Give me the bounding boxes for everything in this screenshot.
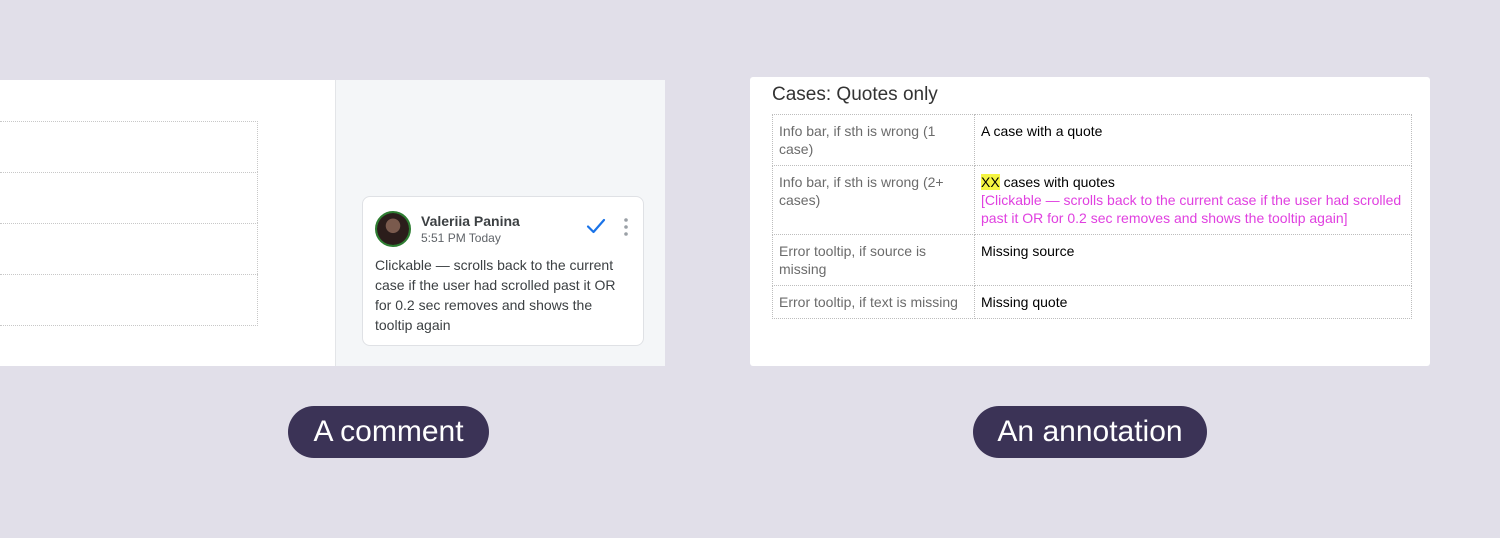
annotation-note: [Clickable — scrolls back to the current… (981, 192, 1402, 226)
comment-author: Valeriia Panina (421, 213, 520, 229)
case-cell: Error tooltip, if text is missing (772, 285, 975, 319)
table-row: Error tooltip, if source is missing Miss… (772, 234, 1412, 286)
document-table (0, 121, 258, 326)
text-cell: XX cases with quotes [Clickable — scrolls… (974, 165, 1412, 235)
document-table-row (0, 121, 258, 172)
checkmark-icon[interactable] (585, 215, 607, 237)
case-text: cases with quotes (999, 174, 1115, 190)
table-row: Info bar, if sth is wrong (2+ cases) XX … (772, 165, 1412, 235)
avatar (375, 211, 411, 247)
case-cell: Info bar, if sth is wrong (2+ cases) (772, 165, 975, 235)
comment-label-pill: A comment (288, 406, 489, 458)
document-sheet (0, 80, 335, 366)
highlighted-placeholder: XX (981, 174, 1000, 190)
case-text: A case with a quote (981, 123, 1103, 139)
comment-example-panel: Valeriia Panina 5:51 PM Today Clickable … (0, 80, 665, 366)
document-table-row (0, 274, 258, 326)
comment-timestamp: 5:51 PM Today (421, 231, 501, 245)
text-cell: A case with a quote (974, 114, 1412, 166)
case-text: Missing source (981, 243, 1075, 259)
annotation-label-pill: An annotation (973, 406, 1207, 458)
annotation-example-panel: Cases: Quotes only Info bar, if sth is w… (750, 77, 1430, 366)
case-cell: Info bar, if sth is wrong (1 case) (772, 114, 975, 166)
annotation-title: Cases: Quotes only (772, 84, 938, 105)
annotation-table: Info bar, if sth is wrong (1 case) A cas… (772, 114, 1412, 319)
more-vertical-icon[interactable] (621, 217, 631, 237)
case-text: Missing quote (981, 294, 1068, 310)
document-table-row (0, 223, 258, 274)
text-cell: Missing source (974, 234, 1412, 286)
table-row: Error tooltip, if text is missing Missin… (772, 285, 1412, 319)
table-row: Info bar, if sth is wrong (1 case) A cas… (772, 114, 1412, 166)
case-cell: Error tooltip, if source is missing (772, 234, 975, 286)
text-cell: Missing quote (974, 285, 1412, 319)
comment-text: Clickable — scrolls back to the current … (375, 257, 616, 333)
document-table-row (0, 172, 258, 223)
comment-card[interactable]: Valeriia Panina 5:51 PM Today Clickable … (362, 196, 644, 346)
comments-sidebar: Valeriia Panina 5:51 PM Today Clickable … (335, 80, 665, 366)
